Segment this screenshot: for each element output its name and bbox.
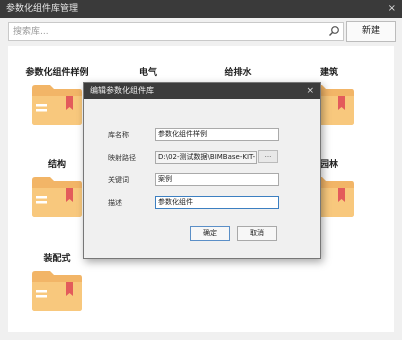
new-library-button[interactable]: 新建 <box>346 21 396 42</box>
folder-icon <box>32 85 82 125</box>
path-label: 映射路径 <box>108 154 136 162</box>
library-label: 电气 <box>138 68 157 78</box>
path-field[interactable]: D:\02-测试数据\BIMBase-KIT-12\ <box>155 151 257 164</box>
name-label: 库名称 <box>108 131 129 139</box>
search-input[interactable] <box>13 23 323 40</box>
description-label: 描述 <box>108 199 122 207</box>
edit-library-dialog: 编辑参数化组件库 × 库名称 参数化组件样例 映射路径 D:\02-测试数据\B… <box>83 82 321 259</box>
name-field[interactable]: 参数化组件样例 <box>155 128 279 141</box>
browse-button[interactable]: ... <box>258 150 278 163</box>
folder-icon <box>32 177 82 217</box>
dialog-titlebar: 编辑参数化组件库 × <box>84 83 320 99</box>
window-title: 参数化组件库管理 <box>6 4 79 14</box>
library-label: 参数化组件样例 <box>25 68 89 78</box>
keyword-field[interactable]: 案例 <box>155 173 279 186</box>
library-label: 给排水 <box>224 68 252 78</box>
library-tile[interactable]: 装配式 <box>22 252 92 315</box>
library-label: 建筑 <box>319 68 338 78</box>
dialog-close-icon[interactable]: × <box>306 83 314 99</box>
search-icon[interactable] <box>328 25 340 37</box>
dialog-title: 编辑参数化组件库 <box>90 86 154 95</box>
search-box <box>8 22 344 41</box>
ok-button[interactable]: 确定 <box>190 226 230 241</box>
library-tile[interactable]: 结构 <box>22 158 92 221</box>
library-label: 结构 <box>47 160 66 170</box>
close-icon[interactable]: × <box>388 0 396 18</box>
window-titlebar: 参数化组件库管理 × <box>0 0 402 18</box>
cancel-button[interactable]: 取消 <box>237 226 277 241</box>
description-field[interactable]: 参数化组件 <box>155 196 279 209</box>
folder-icon <box>32 271 82 311</box>
keyword-label: 关键词 <box>108 176 129 184</box>
library-tile[interactable]: 参数化组件样例 <box>22 66 92 129</box>
library-label: 装配式 <box>43 254 71 264</box>
